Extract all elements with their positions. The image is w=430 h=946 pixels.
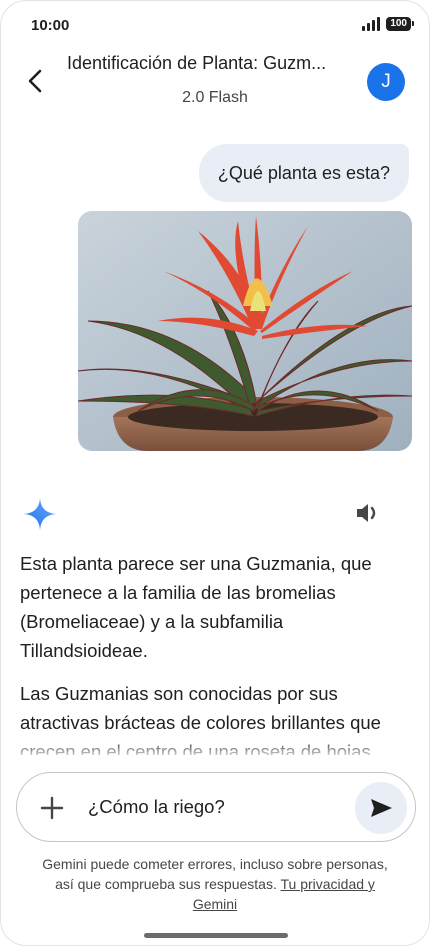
chat-header: Identificación de Planta: Guzm... 2.0 Fl… [1, 45, 429, 115]
prompt-bar [16, 772, 416, 842]
gemini-sparkle-icon [24, 498, 56, 530]
chat-title[interactable]: Identificación de Planta: Guzm... [67, 53, 359, 74]
user-message-text: ¿Qué planta es esta? [217, 162, 390, 183]
disclaimer: Gemini puede cometer errores, incluso so… [31, 854, 399, 914]
plus-icon[interactable] [39, 795, 65, 821]
send-button[interactable] [355, 782, 407, 834]
status-bar: 10:00 100 [31, 15, 414, 39]
response-paragraph: Esta planta parece ser una Guzmania, que… [20, 553, 372, 661]
plant-photo[interactable] [78, 211, 412, 451]
status-icons: 100 [362, 17, 414, 31]
plant-image [78, 211, 412, 451]
signal-icon [362, 17, 381, 31]
app-frame: 10:00 100 Identificación de Planta: Guzm… [0, 0, 430, 946]
speaker-icon[interactable] [355, 501, 381, 525]
scroll-fade [1, 737, 429, 761]
send-icon [371, 799, 392, 817]
user-message-bubble: ¿Qué planta es esta? [198, 144, 409, 202]
response-text: Esta planta parece ser una Guzmania, que… [20, 549, 412, 755]
model-label[interactable]: 2.0 Flash [1, 89, 429, 107]
status-time: 10:00 [31, 17, 70, 34]
prompt-input[interactable] [88, 796, 348, 818]
avatar[interactable]: J [367, 63, 405, 101]
battery-icon: 100 [386, 17, 414, 31]
home-indicator[interactable] [144, 933, 288, 938]
